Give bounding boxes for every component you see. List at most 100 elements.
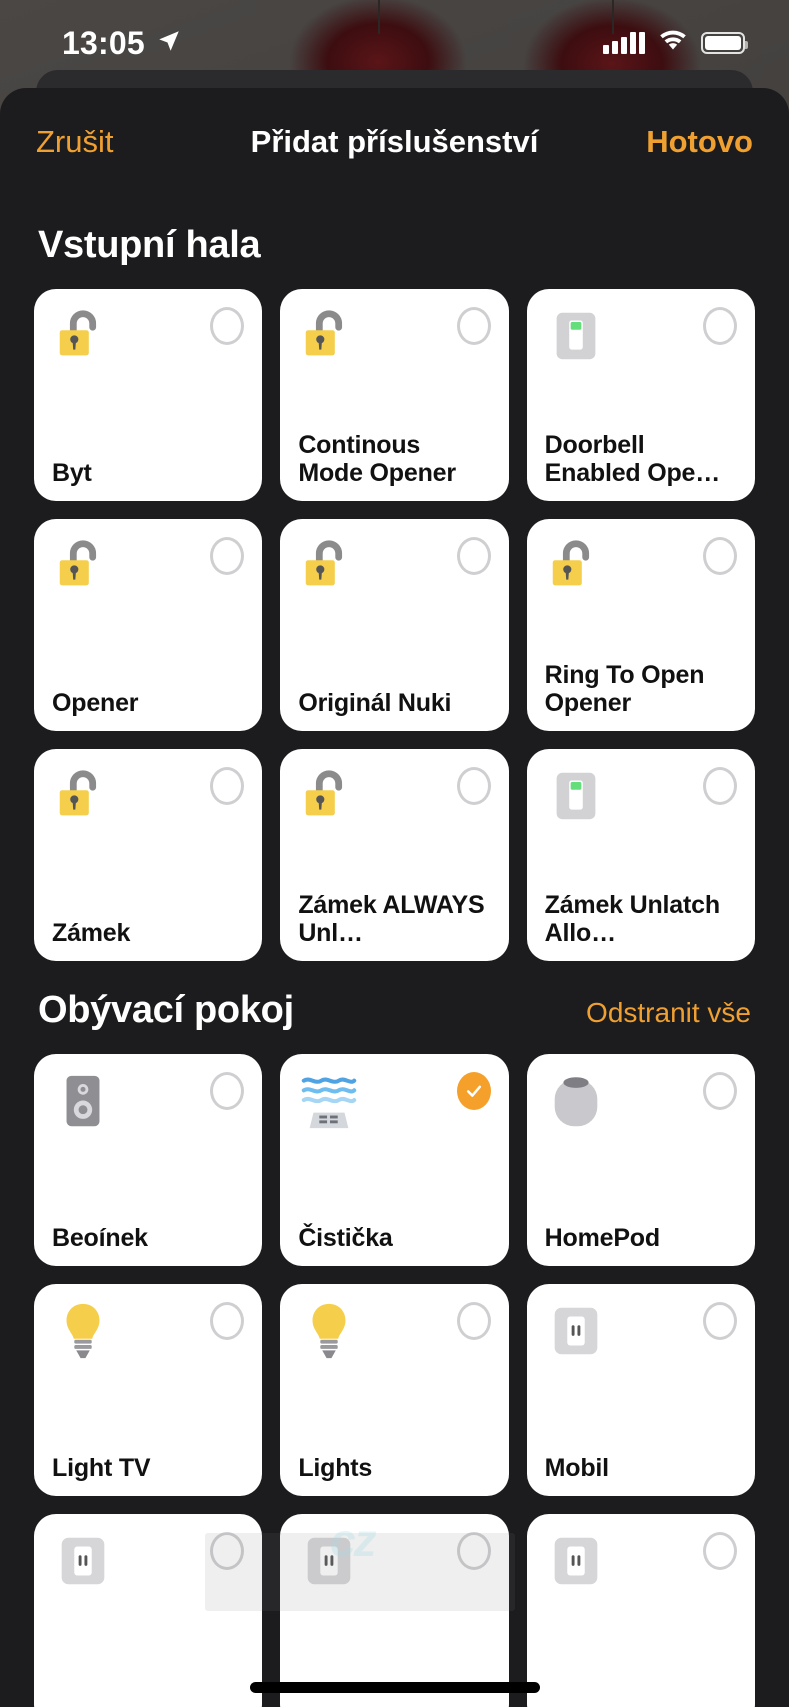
select-radio-icon[interactable] [456,1532,491,1570]
remove-all-button[interactable]: Odstranit vše [586,997,751,1029]
accessory-card[interactable]: Lights [280,1284,509,1496]
accessory-card-header [545,305,737,367]
accessory-card-header [545,1530,737,1592]
select-radio-icon[interactable] [702,537,737,575]
select-radio-icon[interactable] [702,767,737,805]
accessory-card-label: Zámek Unlatch Allo… [544,891,720,947]
select-radio-icon[interactable] [210,1302,245,1340]
accessory-card[interactable]: Beoínek [34,1054,263,1266]
accessory-card-header [298,1300,491,1362]
status-bar-left: 13:05 [62,25,182,62]
accessory-card-header [298,1070,491,1132]
accessory-card-label: Beoínek [52,1224,148,1252]
accessory-card-header [52,1530,245,1592]
lock-open-icon [59,770,97,816]
accessory-card-label: Byt [52,459,92,487]
accessory-card[interactable]: Continous Mode Opener [280,289,509,501]
lightbulb-icon [66,1303,100,1359]
accessory-card-header [52,1300,245,1362]
lock-open-icon [306,540,343,586]
navigation-bar: Zrušit Přidat příslušenství Hotovo [0,88,789,196]
accessory-card[interactable]: Čistička [280,1054,509,1266]
accessory-grid-peek [34,1514,755,1707]
status-bar-clock: 13:05 [62,24,145,61]
accessory-card-label: Zámek ALWAYS Unl… [298,891,485,947]
status-bar: 13:05 [0,0,789,86]
accessory-card[interactable]: Byt [34,289,263,501]
accessory-card[interactable]: Light TV [34,1284,263,1496]
accessory-card-label: Zámek [52,919,131,947]
section-header: Vstupní hala [34,196,755,289]
outlet-icon [61,1537,105,1585]
accessory-card-header [298,305,491,367]
accessory-card[interactable]: Opener [34,519,263,731]
accessory-card-label: Čistička [298,1224,393,1252]
lightbulb-icon [312,1303,346,1359]
select-radio-icon[interactable] [702,1532,737,1570]
accessory-grid: Beoínek Čistička HomePod Light TV Lights Mobi… [34,1054,755,1496]
accessory-card-label: Ring To Open Opener [544,661,705,717]
wifi-icon [658,30,688,57]
home-indicator[interactable] [249,1682,540,1693]
speaker-icon [66,1075,100,1127]
battery-icon [701,32,748,54]
accessory-grid: Byt Continous Mode Opener Doorbell Enabled… [34,289,755,961]
section-header: Obývací pokoj Odstranit vše [34,961,755,1054]
status-bar-right [603,30,748,57]
accessory-card[interactable]: Ring To Open Opener [526,519,755,731]
accessory-card-label: Continous Mode Opener [298,431,456,487]
add-accessory-sheet: Zrušit Přidat příslušenství Hotovo Vstup… [0,88,789,1707]
accessory-card-header [545,535,737,597]
accessory-card[interactable]: Doorbell Enabled Ope… [526,289,755,501]
select-radio-icon[interactable] [456,1302,491,1340]
accessory-card[interactable] [34,1514,263,1707]
accessory-card-header [298,765,491,827]
wall-switch-icon [556,312,596,360]
done-button[interactable]: Hotovo [646,124,753,160]
select-radio-icon[interactable] [456,767,491,805]
select-radio-icon[interactable] [210,307,245,345]
lock-open-icon [59,310,97,356]
cellular-signal-icon [603,32,645,54]
accessory-card-label: Light TV [52,1454,151,1482]
accessory-card[interactable]: Zámek [34,749,263,961]
select-radio-icon[interactable] [456,537,491,575]
select-radio-icon[interactable] [702,1072,737,1110]
homepod-icon [554,1077,597,1127]
lock-open-icon [552,540,589,586]
select-radio-icon[interactable] [456,307,491,345]
location-arrow-icon [156,28,182,59]
accessory-card-header [52,535,245,597]
accessory-card[interactable]: Zámek ALWAYS Unl… [280,749,509,961]
outlet-icon [554,1537,597,1585]
lock-open-icon [306,770,343,816]
select-radio-icon[interactable] [210,767,245,805]
accessory-card[interactable]: HomePod [526,1054,755,1266]
section-title: Obývací pokoj [38,989,294,1031]
accessory-card-header [545,765,737,827]
selected-checkmark-icon[interactable] [456,1072,491,1110]
wall-switch-icon [556,772,596,820]
accessory-card[interactable]: Originál Nuki [280,519,509,731]
accessory-card-label: Lights [298,1454,373,1482]
accessory-card[interactable] [280,1514,509,1707]
accessory-card-label: Originál Nuki [298,689,452,717]
accessory-card-header [52,765,245,827]
accessory-card-label: Doorbell Enabled Ope… [544,431,721,487]
accessory-card[interactable]: Mobil [526,1284,755,1496]
select-radio-icon[interactable] [702,1302,737,1340]
cancel-button[interactable]: Zrušit [36,124,114,160]
section-title: Vstupní hala [38,224,261,266]
accessory-list: Vstupní hala Byt Continous Mode Opener Door… [0,196,789,1707]
select-radio-icon[interactable] [210,537,245,575]
air-purifier-icon [302,1077,357,1129]
lock-open-icon [59,540,97,586]
accessory-card-label: Mobil [544,1454,609,1482]
accessory-card[interactable]: Zámek Unlatch Allo… [526,749,755,961]
accessory-card[interactable] [526,1514,755,1707]
accessory-card-label: HomePod [544,1224,660,1252]
select-radio-icon[interactable] [210,1072,245,1110]
select-radio-icon[interactable] [210,1532,245,1570]
select-radio-icon[interactable] [702,307,737,345]
accessory-card-label: Opener [52,689,139,717]
